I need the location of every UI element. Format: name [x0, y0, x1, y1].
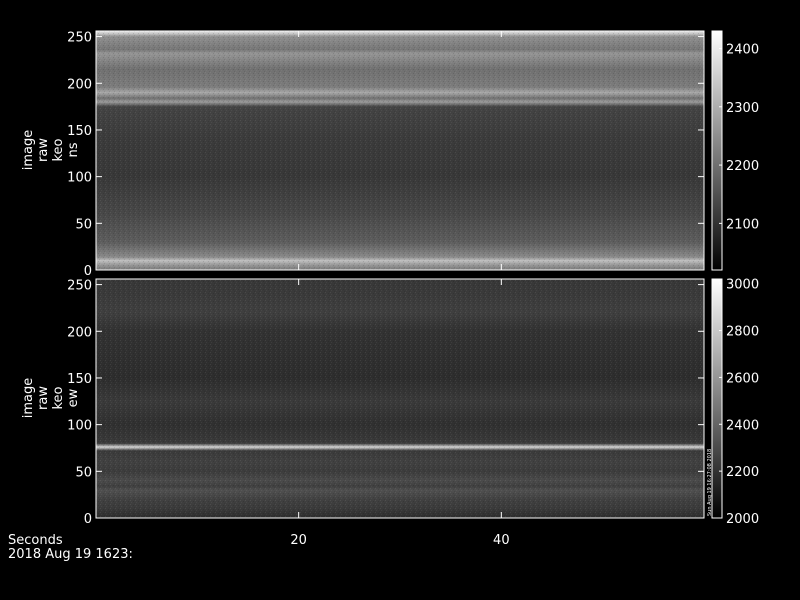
ns-ylabel-line-3: ns	[66, 142, 81, 157]
ns-colorbar-ticks: 2100 2200 2300 2400	[719, 42, 759, 232]
ew-colorbar	[711, 278, 723, 519]
x-tick-label-20: 20	[290, 533, 307, 548]
x-axis-label: Seconds	[8, 533, 63, 548]
ew-colorbar-label-2400: 2400	[726, 418, 759, 433]
ew-y-tick-label-100: 100	[67, 419, 92, 434]
ew-colorbar-label-2000: 2000	[726, 512, 759, 527]
ew-y-tick-label-250: 250	[67, 279, 92, 294]
ew-heatmap-grain	[96, 279, 704, 518]
ew-y-tick-label-150: 150	[67, 372, 92, 387]
ns-ylabel-line-1: raw	[36, 138, 51, 162]
ew-ylabel-line-2: keo	[51, 386, 66, 409]
ns-ylabel-line-2: keo	[51, 138, 66, 161]
ns-colorbar-label-2400: 2400	[726, 42, 759, 57]
ew-colorbar-label-3000: 3000	[726, 278, 759, 293]
ns-y-tick-label-50: 50	[75, 217, 92, 232]
ew-ylabel-line-3: ew	[66, 388, 81, 407]
ew-colorbar-ticks: 2000 2200 2400 2600 2800 3000	[719, 278, 759, 527]
keogram-figure: 050100150200250 imagerawkeons 2100220023…	[8, 30, 759, 562]
ns-colorbar	[711, 30, 723, 271]
ew-y-tick-label-0: 0	[84, 512, 92, 527]
x-tick-label-40: 40	[493, 533, 510, 548]
ns-y-tick-label-100: 100	[67, 171, 92, 186]
ns-y-tick-label-0: 0	[84, 264, 92, 279]
ns-ylabel-line-0: image	[21, 130, 36, 171]
ew-colorbar-label-2800: 2800	[726, 325, 759, 340]
ew-ylabel-line-0: image	[21, 378, 36, 419]
ew-ylabel-line-1: raw	[36, 386, 51, 410]
ns-colorbar-label-2300: 2300	[726, 101, 759, 116]
ew-colorbar-label-2200: 2200	[726, 465, 759, 480]
ns-heatmap-grain	[96, 31, 704, 270]
ns-y-tick-label-150: 150	[67, 124, 92, 139]
ew-y-tick-label-50: 50	[75, 465, 92, 480]
ns-colorbar-label-2200: 2200	[726, 159, 759, 174]
ns-colorbar-label-2100: 2100	[726, 217, 759, 232]
ew-y-tick-label-200: 200	[67, 325, 92, 340]
ns-y-tick-label-200: 200	[67, 77, 92, 92]
panel-ew: 050100150200250 20 40 imagerawkeoew 20002…	[21, 278, 759, 548]
timestamp-stamp: Sun Aug 19 16:27:08 2018	[707, 449, 713, 516]
ns-y-tick-label-250: 250	[67, 31, 92, 46]
date-label: 2018 Aug 19 1623:	[8, 547, 133, 562]
panel-ns: 0 50 100 150 200 250 imagerawkeons 2100 2200 23…	[21, 30, 759, 279]
ew-colorbar-label-2600: 2600	[726, 371, 759, 386]
